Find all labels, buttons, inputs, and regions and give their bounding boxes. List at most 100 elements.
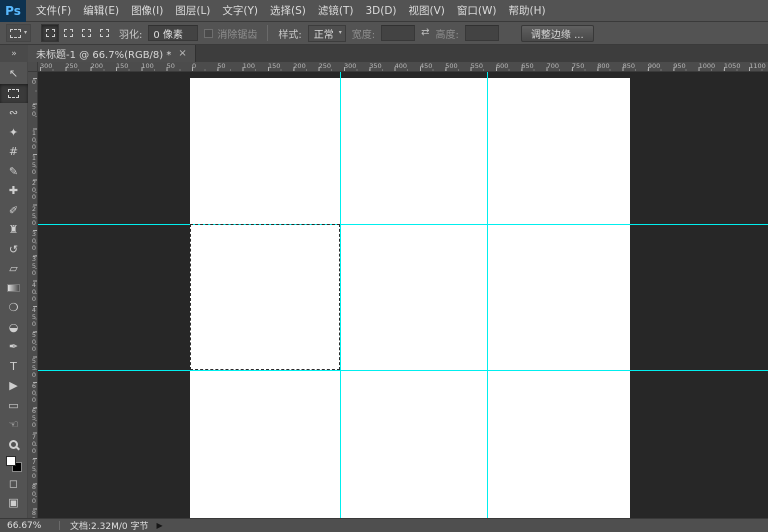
- gradient-icon: [7, 284, 20, 292]
- ruler-v-label: 500: [29, 331, 38, 352]
- tool-blur[interactable]: ❍: [1, 298, 27, 318]
- width-input[interactable]: [381, 25, 415, 41]
- ruler-h-label: 1050: [724, 62, 741, 70]
- tool-preset-dropdown[interactable]: ▾: [6, 24, 31, 42]
- tool-brush[interactable]: ✐: [1, 201, 27, 221]
- menu-item-window[interactable]: 窗口(W): [451, 0, 503, 22]
- menu-item-file[interactable]: 文件(F): [30, 0, 77, 22]
- selection-marquee[interactable]: [190, 224, 340, 370]
- guide-vertical[interactable]: [487, 72, 488, 518]
- menu-item-view[interactable]: 视图(V): [403, 0, 451, 22]
- horizontal-ruler[interactable]: 3002502001501005005010015020025030035040…: [38, 62, 768, 72]
- move-icon: ↖: [9, 68, 18, 79]
- menu-item-image[interactable]: 图像(I): [125, 0, 169, 22]
- ruler-h-label: 1100: [749, 62, 766, 70]
- guide-horizontal[interactable]: [38, 224, 768, 225]
- history-brush-icon: ↺: [9, 244, 18, 255]
- document-tab[interactable]: 未标题-1 @ 66.7%(RGB/8) * ×: [28, 45, 196, 62]
- ruler-h-label: 850: [623, 62, 635, 70]
- height-input[interactable]: [465, 25, 499, 41]
- zoom-level[interactable]: 66.67%: [7, 521, 49, 531]
- ruler-v-label: 450: [29, 306, 38, 327]
- rectangular-marquee-icon: [8, 89, 19, 98]
- tool-quick-mask[interactable]: ◻: [1, 474, 27, 494]
- tool-rectangular-marquee[interactable]: [0, 84, 28, 104]
- tool-spot-healing[interactable]: ✚: [1, 181, 27, 201]
- menu-item-layer[interactable]: 图层(L): [169, 0, 216, 22]
- menu-item-select[interactable]: 选择(S): [264, 0, 312, 22]
- swap-width-height-button[interactable]: ⇄: [421, 28, 429, 38]
- ruler-h-label: 950: [673, 62, 685, 70]
- vertical-ruler[interactable]: 0501001502002503003504004505005506006507…: [28, 72, 38, 518]
- foreground-background-colors-icon: [6, 456, 22, 472]
- ruler-h-label: 800: [597, 62, 609, 70]
- feather-input[interactable]: 0 像素: [148, 25, 198, 41]
- new-selection-button[interactable]: [41, 24, 59, 42]
- status-popup-arrow-icon[interactable]: ▶: [156, 522, 162, 530]
- menu-item-edit[interactable]: 编辑(E): [77, 0, 125, 22]
- menu-item-3d[interactable]: 3D(D): [359, 0, 402, 22]
- menu-item-help[interactable]: 帮助(H): [503, 0, 552, 22]
- tool-path-selection[interactable]: ▶: [1, 376, 27, 396]
- add-to-selection-button[interactable]: [59, 24, 77, 42]
- eraser-icon: ▱: [9, 263, 17, 274]
- tool-clone-stamp[interactable]: ♜: [1, 220, 27, 240]
- ruler-h-label: 150: [116, 62, 128, 70]
- ruler-v-label: 200: [29, 179, 38, 200]
- tool-type[interactable]: T: [1, 357, 27, 377]
- ruler-h-label: 900: [648, 62, 660, 70]
- panel-collapse-button[interactable]: »: [0, 45, 28, 62]
- menu-item-filter[interactable]: 滤镜(T): [312, 0, 360, 22]
- intersect-selection-button[interactable]: [95, 24, 113, 42]
- refine-edge-button[interactable]: 调整边缘 ...: [521, 25, 594, 42]
- crop-icon: #: [9, 146, 18, 157]
- foreground-color-swatch[interactable]: [6, 456, 16, 466]
- tool-gradient[interactable]: [1, 279, 27, 299]
- subtract-from-selection-button[interactable]: [77, 24, 95, 42]
- add-to-selection-icon: [64, 29, 73, 37]
- tool-screen-mode[interactable]: ▣: [1, 493, 27, 513]
- tool-zoom[interactable]: [1, 435, 27, 455]
- guide-vertical[interactable]: [340, 72, 341, 518]
- close-icon[interactable]: ×: [178, 49, 186, 59]
- healing-brush-icon: ✚: [9, 185, 18, 196]
- ruler-h-label: 1000: [699, 62, 716, 70]
- tool-shape[interactable]: ▭: [1, 396, 27, 416]
- dodge-icon: ◒: [9, 322, 19, 333]
- photoshop-window: Ps 文件(F)编辑(E)图像(I)图层(L)文字(Y)选择(S)滤镜(T)3D…: [0, 0, 768, 532]
- canvas-area[interactable]: [38, 72, 768, 518]
- tool-eyedropper[interactable]: ✎: [1, 162, 27, 182]
- style-label: 样式:: [278, 26, 301, 41]
- tool-lasso[interactable]: ∾: [1, 103, 27, 123]
- ruler-v-label: 0: [29, 78, 38, 85]
- ruler-h-label: 100: [141, 62, 153, 70]
- ruler-v-label: 600: [29, 382, 38, 403]
- tool-hand[interactable]: ☜: [1, 415, 27, 435]
- style-select[interactable]: 正常 ▾: [308, 25, 346, 42]
- color-swatches[interactable]: [1, 454, 27, 474]
- style-value: 正常: [314, 26, 334, 41]
- options-bar: ▾ 羽化: 0 像素 消除锯齿 样式: 正常 ▾ 宽度: ⇄ 高度: 调整边缘 …: [0, 22, 768, 45]
- menu-item-type[interactable]: 文字(Y): [216, 0, 264, 22]
- ruler-v-label: 650: [29, 407, 38, 428]
- photoshop-logo: Ps: [0, 0, 26, 22]
- ruler-origin-corner[interactable]: [28, 62, 38, 72]
- ruler-h-label: 600: [496, 62, 508, 70]
- tool-quick-selection[interactable]: ✦: [1, 123, 27, 143]
- antialias-label: 消除锯齿: [217, 26, 257, 41]
- divider: [267, 25, 268, 41]
- tool-history-brush[interactable]: ↺: [1, 240, 27, 260]
- tool-dodge[interactable]: ◒: [1, 318, 27, 338]
- tool-move[interactable]: ↖: [1, 64, 27, 84]
- antialias-checkbox[interactable]: 消除锯齿: [204, 26, 257, 41]
- intersect-selection-icon: [100, 29, 109, 37]
- ruler-h-label: 400: [395, 62, 407, 70]
- new-selection-icon: [46, 29, 55, 37]
- tool-pen[interactable]: ✒: [1, 337, 27, 357]
- tool-eraser[interactable]: ▱: [1, 259, 27, 279]
- tool-crop[interactable]: #: [1, 142, 27, 162]
- guide-horizontal[interactable]: [38, 370, 768, 371]
- tools-panel: ↖ ∾✦ # ✎ ✚ ✐♜ ↺ ▱ ❍ ◒ ✒ T▶▭☜ ◻▣: [0, 62, 28, 518]
- pen-icon: ✒: [9, 341, 18, 352]
- ruler-h-label: 0: [192, 62, 196, 70]
